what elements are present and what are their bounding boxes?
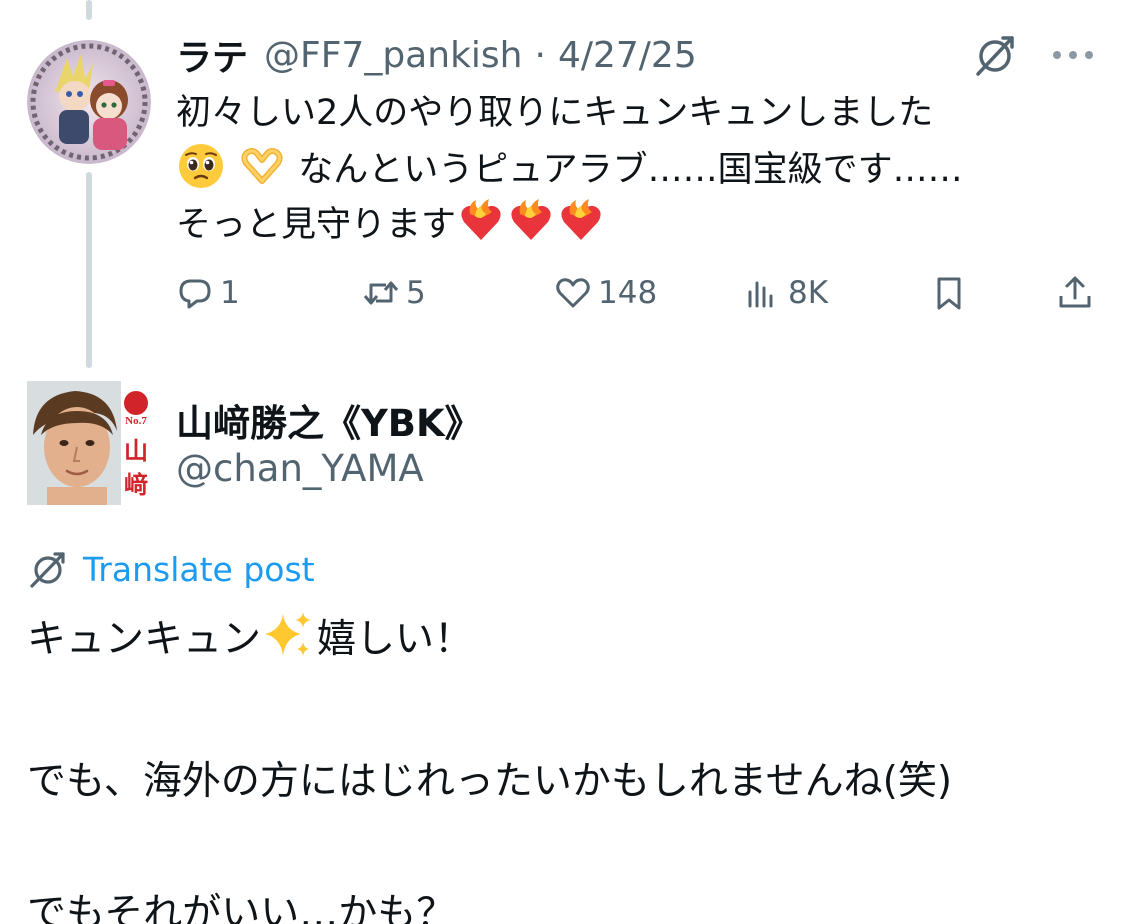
tweet-text-segment: そっと見守ります (176, 205, 457, 245)
separator: · (534, 34, 546, 76)
like-button[interactable]: 148 (554, 268, 657, 318)
heart-on-fire-emoji (511, 199, 551, 240)
tweet-text-line: そっと見守ります (176, 196, 1076, 251)
repost-button[interactable]: 5 (362, 268, 426, 318)
reply-button[interactable]: 1 (176, 268, 240, 318)
bookmark-icon (937, 277, 961, 310)
tweet-text-segment: 嬉しい！ (317, 617, 474, 662)
tweet-text-line: キュンキュン 嬉しい！ (27, 608, 1107, 668)
reply-count: 1 (220, 275, 240, 311)
user-handle[interactable]: @FF7_pankish (264, 35, 522, 76)
heart-on-fire-emoji (561, 199, 601, 240)
post-date[interactable]: 4/27/25 (558, 35, 697, 76)
display-name[interactable]: 山﨑勝之《YBK》 (176, 393, 482, 447)
svg-text:山: 山 (124, 437, 148, 465)
translate-post-label[interactable]: Translate post (83, 550, 315, 589)
share-button[interactable] (1056, 268, 1094, 318)
repost-icon (363, 281, 399, 305)
svg-text:No.7: No.7 (125, 415, 147, 427)
avatar[interactable]: No.7 山 﨑 (27, 381, 151, 505)
action-bar: 1 5 148 8K (176, 268, 1096, 318)
avatar-image (27, 40, 151, 164)
avatar[interactable] (27, 40, 151, 164)
tweet-header: ラテ @FF7_pankish · 4/27/25 (176, 30, 697, 80)
share-icon (1059, 276, 1091, 308)
translate-icon[interactable] (970, 30, 1020, 80)
views-icon (748, 281, 773, 308)
translate-post-link[interactable]: Translate post (27, 544, 315, 594)
reply-icon (179, 279, 211, 309)
tweet-text-segment: なんというピュアラブ……国宝級です…… (298, 150, 963, 190)
like-icon (556, 278, 590, 308)
tweet-text-line: でもそれがいい…かも？ (27, 891, 456, 924)
thread-connector-top (86, 0, 92, 20)
like-count: 148 (598, 275, 658, 311)
tweet-text: 初々しい2人のやり取りにキュンキュンしました なんというピュアラブ……国宝級です… (176, 86, 1076, 251)
more-icon[interactable] (1048, 38, 1098, 72)
tweet-text-line: なんというピュアラブ……国宝級です…… (176, 141, 1076, 196)
heart-on-fire-emoji (461, 199, 501, 240)
sparkles-emoji (265, 612, 312, 656)
tweet-text-line: でも、海外の方にはじれったいかもしれませんね(笑) (27, 759, 953, 804)
pleading-face-emoji (179, 144, 223, 188)
tweet-text-segment: キュンキュン (27, 617, 262, 662)
avatar-image: No.7 山 﨑 (27, 381, 151, 505)
thread-connector (86, 172, 92, 368)
heart-hands-emoji (241, 148, 283, 184)
translate-icon (30, 552, 65, 588)
svg-text:﨑: 﨑 (124, 471, 148, 499)
bookmark-button[interactable] (930, 268, 968, 318)
views-button[interactable]: 8K (744, 268, 828, 318)
views-count: 8K (788, 275, 829, 311)
repost-count: 5 (406, 275, 426, 311)
tweet-text-line: 初々しい2人のやり取りにキュンキュンしました (176, 93, 934, 133)
user-handle[interactable]: @chan_YAMA (176, 447, 424, 490)
display-name[interactable]: ラテ (176, 29, 248, 81)
